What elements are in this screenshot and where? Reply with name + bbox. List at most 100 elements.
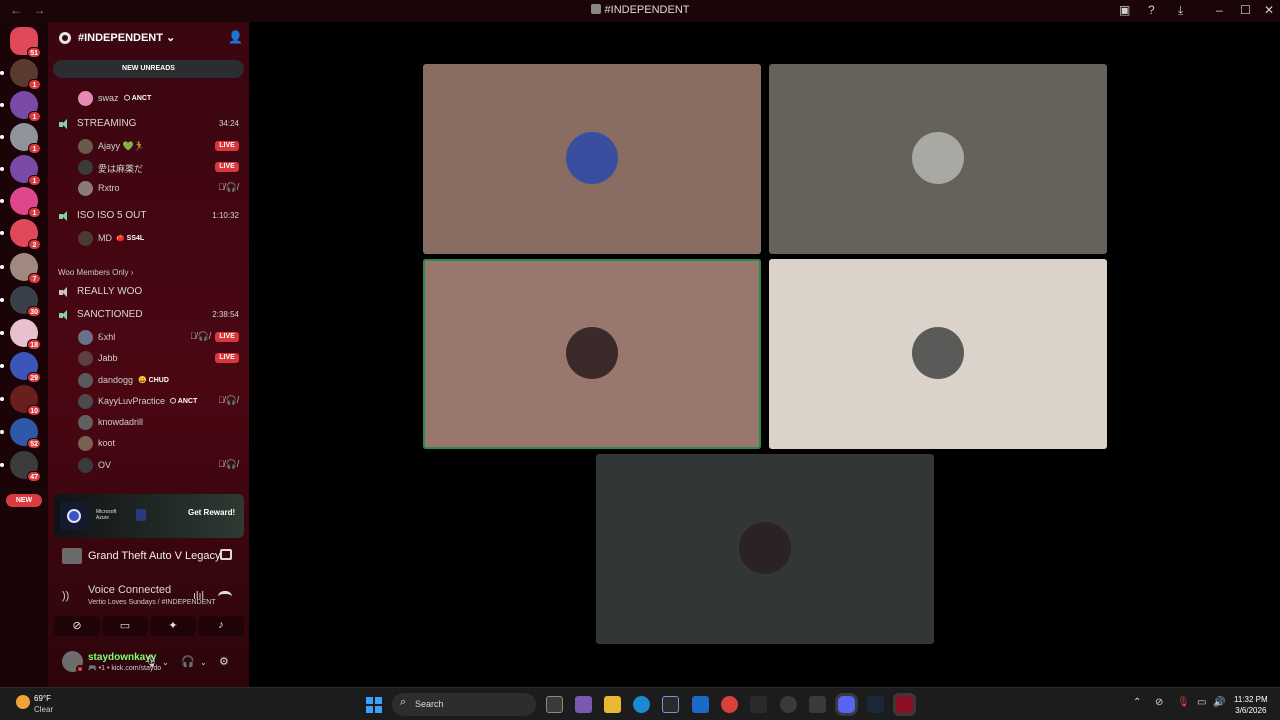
live-badge: LIVE [215,162,239,172]
add-user-icon[interactable]: 👤 [228,30,243,44]
app-icon[interactable] [750,696,767,713]
server-icon[interactable]: 1 [0,91,41,122]
network-icon[interactable]: ▭ [1197,697,1206,708]
server-icon[interactable]: 1 [0,187,41,218]
video-tile[interactable] [769,64,1107,254]
server-header[interactable]: #INDEPENDENT ⌄ 👤 [48,22,249,54]
voice-member[interactable]: OV 🎙̸🎧̸ [48,455,249,475]
headphones-icon[interactable]: 🎧 [181,655,195,668]
activities-button[interactable]: ✦ [150,616,196,636]
voice-member[interactable]: 愛は麻薬だ LIVE [48,157,249,177]
server-icon[interactable]: 7 [0,253,41,284]
voice-member[interactable]: KayyLuvPractice ⬡ ANCT 🎙̸🎧̸ [48,391,249,411]
noise-suppression-icon[interactable]: ılıl [193,590,204,602]
avatar [78,139,93,154]
video-tile[interactable] [596,454,934,644]
game-icon [62,548,82,564]
unread-indicator [0,71,4,75]
edge-icon[interactable] [633,696,650,713]
signal-icon[interactable]: )) [62,590,69,602]
participant-avatar [739,522,791,574]
gear-icon[interactable]: ⚙ [219,655,229,668]
server-icon[interactable]: 29 [0,352,41,383]
voice-member[interactable]: Ajayy 💚🏃 LIVE [48,136,249,156]
stream-game-icon[interactable] [220,549,232,560]
server-icon[interactable]: 30 [0,286,41,317]
sponsor-logo: Microsoft Azure [96,509,117,521]
task-view-icon[interactable] [546,696,563,713]
store-icon[interactable] [662,696,679,713]
video-tile[interactable] [769,259,1107,449]
app-icon[interactable] [896,696,913,713]
voice-channel-streaming[interactable]: STREAMING 34:24 [48,114,249,134]
voice-member[interactable]: Jabb LIVE [48,348,249,368]
status-indicator [76,665,84,673]
member-name: Ꮛxhl [98,332,116,342]
taskbar: 69°F Clear ⌕ Search ⌃ ⊘ 🎙 ▭ 🔊 11:32 PM 3… [0,687,1280,720]
weather-condition: Clear [34,705,54,714]
server-icon[interactable]: 18 [0,319,41,350]
start-button[interactable] [366,697,382,713]
soundboard-button[interactable]: ♪ [198,616,244,636]
server-icon[interactable]: 52 [0,418,41,449]
server-icon[interactable]: 1 [0,59,41,90]
server-icon[interactable]: 1 [0,123,41,154]
microphone-icon[interactable]: 🎙 [144,655,158,668]
voice-member[interactable]: Rxtro 🎙̸🎧̸ [48,178,249,198]
outlook-icon[interactable] [692,696,709,713]
server-icon[interactable]: 51 [10,27,41,58]
minimize-icon[interactable]: – [1216,3,1223,17]
channel-duration: 2:38:54 [212,310,239,319]
server-icon[interactable]: 2 [0,219,41,250]
voice-member[interactable]: dandogg 😀 CHUD [48,370,249,390]
server-icon [590,4,601,14]
member-tag: 🍅 SS4L [116,235,145,242]
video-tile[interactable] [423,259,761,449]
close-icon[interactable]: ✕ [1264,3,1274,17]
app-icon[interactable] [809,696,826,713]
discord-icon[interactable] [838,696,855,713]
chrome-icon[interactable] [721,696,738,713]
copilot-icon[interactable] [575,696,592,713]
server-icon[interactable]: 10 [0,385,41,416]
maximize-icon[interactable]: ☐ [1240,3,1251,17]
voice-member[interactable]: Ꮛxhl 🎙̸🎧̸ LIVE [48,327,249,347]
new-pill[interactable]: NEW [6,494,42,507]
voice-member[interactable]: MD 🍅 SS4L [48,228,249,248]
camera-button[interactable]: ⊘ [54,616,100,636]
app-tray-icon[interactable]: ⊘ [1155,697,1163,708]
member-name: 愛は麻薬だ [98,164,144,174]
speaker-icon [59,119,70,129]
volume-icon[interactable]: 🔊 [1213,697,1225,708]
inbox-icon[interactable]: ▣ [1119,3,1130,17]
category-header[interactable]: Woo Members Only › [58,268,133,277]
share-screen-button[interactable]: ▭ [102,616,148,636]
voice-channel-really-woo[interactable]: REALLY WOO [48,282,249,302]
obs-icon[interactable] [780,696,797,713]
microphone-icon[interactable]: 🎙 [1177,697,1190,708]
voice-member[interactable]: knowdadrill [48,412,249,432]
voice-member[interactable]: swaz ⬡ ANCT [48,88,249,108]
help-icon[interactable]: ? [1148,3,1155,17]
disconnect-icon[interactable] [218,591,232,597]
voice-member[interactable]: koot [48,433,249,453]
voice-channel-sanctioned[interactable]: SANCTIONED 2:38:54 [48,305,249,325]
server-icon[interactable]: 1 [0,155,41,186]
chevron-down-icon[interactable]: ⌄ [200,658,207,667]
promo-banner[interactable]: Microsoft Azure Get Reward! [54,494,244,538]
date: 3/6/2026 [1235,706,1267,715]
clock[interactable]: 11:32 PM 3/6/2026 [1234,694,1268,716]
chevron-up-icon[interactable]: ⌃ [1133,697,1141,708]
voice-channel-iso[interactable]: ISO ISO 5 OUT 1:10:32 [48,206,249,226]
file-explorer-icon[interactable] [604,696,621,713]
search-box[interactable]: ⌕ Search [392,693,536,716]
get-reward-button[interactable]: Get Reward! [188,508,235,517]
download-icon[interactable]: ⤓ [1178,3,1183,18]
steam-icon[interactable] [867,696,884,713]
chevron-down-icon[interactable]: ⌄ [162,658,169,667]
server-icon[interactable]: 47 [0,451,41,482]
new-unreads-banner[interactable]: NEW UNREADS [53,60,244,78]
voice-status: Voice Connected [88,584,172,596]
member-tag: ⬡ ANCT [124,95,152,102]
video-tile[interactable] [423,64,761,254]
